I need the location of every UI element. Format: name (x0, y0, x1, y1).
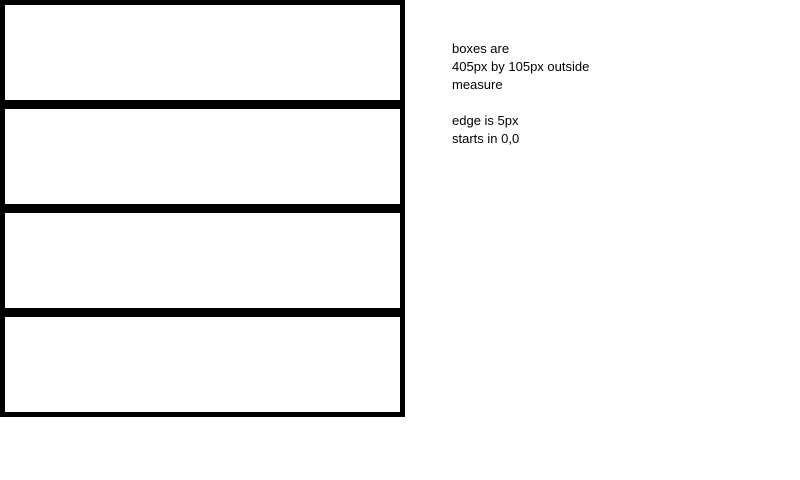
box-3 (0, 208, 405, 313)
note-line-1: boxes are (452, 41, 510, 56)
box-stack (0, 0, 405, 417)
note-line-5: starts in 0,0 (452, 131, 520, 146)
box-4 (0, 312, 405, 417)
box-1 (0, 0, 405, 105)
box-2 (0, 104, 405, 209)
notes-text: boxes are 405px by 105px outside measure… (452, 40, 652, 148)
note-line-4: edge is 5px (452, 113, 519, 128)
note-line-2: 405px by 105px outside (452, 59, 590, 74)
note-line-3: measure (452, 77, 503, 92)
note-spacer (452, 94, 652, 112)
